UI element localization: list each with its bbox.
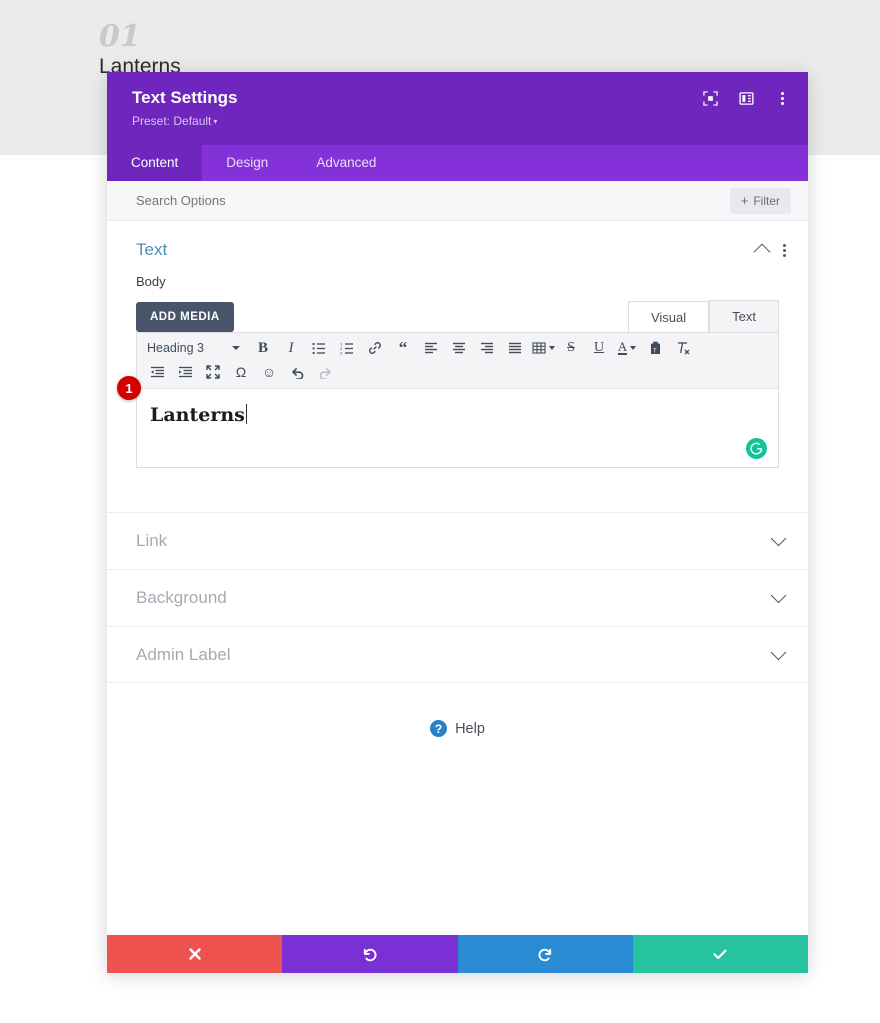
page-number: 01 [99,19,141,54]
emoji-icon[interactable]: ☺ [256,360,282,384]
search-input[interactable] [136,193,536,208]
chevron-down-icon [630,346,637,350]
rich-text-editor: Heading 3 B I 1 2 3 “ S U A T Ω ☺ 1 Lant… [117,332,779,468]
chevron-down-icon [770,587,787,604]
accordion-background-label: Background [136,588,227,607]
modal-body: Text Body ADD MEDIA Visual Text Heading … [107,221,808,935]
align-center-icon[interactable] [446,336,472,360]
clear-formatting-icon[interactable] [670,336,696,360]
format-select[interactable]: Heading 3 [143,336,243,360]
text-color-icon[interactable]: A [614,336,640,360]
format-select-value: Heading 3 [147,341,204,355]
italic-icon[interactable]: I [278,336,304,360]
align-right-icon[interactable] [474,336,500,360]
chevron-down-icon [770,644,787,660]
tab-visual[interactable]: Visual [627,301,710,333]
add-media-button[interactable]: ADD MEDIA [136,302,234,332]
editor-mode-tabs: Visual Text [627,300,779,333]
outdent-icon[interactable] [144,360,170,384]
modal-footer [107,935,808,973]
align-justify-icon[interactable] [502,336,528,360]
section-text-header: Text [107,221,808,274]
bold-icon[interactable]: B [250,336,276,360]
chevron-down-icon [232,346,240,350]
editor-toolbar: Heading 3 B I 1 2 3 “ S U A T Ω ☺ [137,333,778,389]
editor-heading-text: Lanterns [150,404,245,426]
preset-selector[interactable]: Preset: Default ▾ [132,113,788,130]
section-menu-icon[interactable] [783,243,786,257]
modal-header-actions [702,90,791,107]
more-options-icon[interactable] [774,90,791,107]
help-link[interactable]: ? Help [107,720,808,737]
tab-advanced[interactable]: Advanced [292,145,400,181]
special-character-icon[interactable]: Ω [228,360,254,384]
tab-text[interactable]: Text [709,300,779,332]
accordion-list: Link Background Admin Label [107,512,808,683]
chevron-down-icon: ▾ [213,117,218,126]
undo-button[interactable] [282,935,458,973]
underline-icon[interactable]: U [586,336,612,360]
editor-content-area[interactable]: 1 Lanterns [117,376,778,467]
panel-layout-icon[interactable] [738,90,755,107]
editor-toolbar-row-1: Heading 3 B I 1 2 3 “ S U A T [143,336,772,360]
save-button[interactable] [632,935,808,973]
strikethrough-icon[interactable]: S [558,336,584,360]
accordion-admin-label[interactable]: Admin Label [107,626,808,683]
editor-toolbar-row-2: Ω ☺ [143,360,772,384]
editor-top-bar: ADD MEDIA Visual Text [107,290,808,333]
redo-icon[interactable] [312,360,338,384]
filter-button-label: Filter [753,193,780,208]
table-icon[interactable] [530,336,556,360]
plus-icon: + [740,193,749,208]
bulleted-list-icon[interactable] [306,336,332,360]
preset-label: Preset: Default [132,114,212,128]
accordion-background[interactable]: Background [107,569,808,626]
text-cursor [245,404,247,424]
help-icon: ? [430,720,448,737]
indent-icon[interactable] [172,360,198,384]
undo-icon[interactable] [284,360,310,384]
svg-text:T: T [653,349,657,355]
align-left-icon[interactable] [418,336,444,360]
redo-button[interactable] [457,935,633,973]
kebab-dots [781,92,784,105]
cancel-button[interactable] [107,935,283,973]
numbered-list-icon[interactable]: 1 2 3 [334,336,360,360]
tab-content[interactable]: Content [107,145,203,181]
focus-mode-icon[interactable] [702,90,719,107]
modal-tabs: Content Design Advanced [107,145,808,181]
chevron-down-icon [548,346,555,350]
svg-text:3: 3 [340,350,343,354]
link-icon[interactable] [362,336,388,360]
fullscreen-icon[interactable] [200,360,226,384]
accordion-admin-label-label: Admin Label [136,644,231,664]
blockquote-icon[interactable]: “ [390,336,416,360]
filter-button[interactable]: + Filter [729,187,791,214]
screen: 01 Lanterns Text Settings Preset: Defaul… [0,0,880,1023]
tab-design[interactable]: Design [202,145,292,181]
accordion-link-label: Link [136,531,168,550]
section-text-title: Text [136,240,168,259]
accordion-link[interactable]: Link [107,512,808,569]
help-label: Help [455,720,485,737]
grammarly-icon[interactable] [746,438,767,459]
chevron-up-icon[interactable] [753,243,771,261]
body-field-label: Body [136,274,166,289]
section-text-controls [753,242,786,261]
modal-header: Text Settings Preset: Default ▾ [107,72,808,145]
modal-title: Text Settings [132,88,238,107]
paste-as-text-icon[interactable]: T [642,336,668,360]
chevron-down-icon [770,530,787,547]
step-badge-1: 1 [117,376,141,400]
search-bar: + Filter [107,181,808,221]
text-settings-modal: Text Settings Preset: Default ▾ Content … [107,72,808,973]
